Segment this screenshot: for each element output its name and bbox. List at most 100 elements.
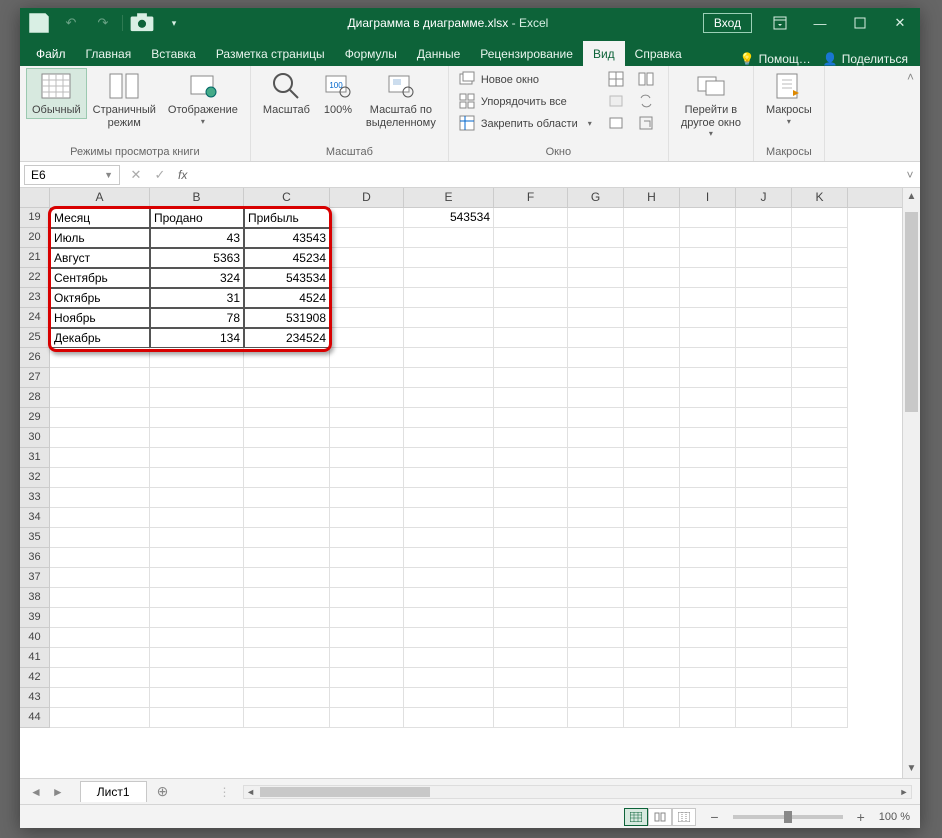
camera-icon[interactable] <box>129 11 155 35</box>
cell[interactable] <box>404 648 494 668</box>
cell[interactable] <box>404 228 494 248</box>
cell[interactable] <box>494 328 568 348</box>
zoom-level[interactable]: 100 % <box>879 811 910 823</box>
new-window-button[interactable]: Новое окно <box>455 70 596 90</box>
cell[interactable] <box>404 308 494 328</box>
cell[interactable] <box>330 328 404 348</box>
cell[interactable] <box>624 348 680 368</box>
cell[interactable] <box>792 328 848 348</box>
cell[interactable] <box>624 488 680 508</box>
cell[interactable] <box>494 488 568 508</box>
cell[interactable] <box>736 408 792 428</box>
select-all-corner[interactable] <box>20 188 50 207</box>
cell[interactable] <box>50 628 150 648</box>
fx-label[interactable]: fx <box>172 168 193 182</box>
cell[interactable] <box>50 568 150 588</box>
cell[interactable] <box>624 408 680 428</box>
row-header[interactable]: 24 <box>20 308 50 328</box>
cell[interactable] <box>568 388 624 408</box>
cell[interactable] <box>50 668 150 688</box>
cell[interactable] <box>568 608 624 628</box>
cell[interactable] <box>50 368 150 388</box>
row-header[interactable]: 42 <box>20 668 50 688</box>
cell[interactable] <box>150 468 244 488</box>
cell[interactable] <box>330 208 404 228</box>
cell[interactable] <box>494 428 568 448</box>
cell[interactable] <box>568 628 624 648</box>
cell[interactable] <box>50 608 150 628</box>
tab-formulas[interactable]: Формулы <box>335 41 407 66</box>
cell[interactable]: 234524 <box>244 328 330 348</box>
cell[interactable] <box>624 508 680 528</box>
cell[interactable] <box>568 508 624 528</box>
cell[interactable] <box>792 548 848 568</box>
zoom-in-button[interactable]: + <box>853 809 869 825</box>
view-pagebreak-button[interactable]: Страничный режим <box>87 68 162 131</box>
save-icon[interactable] <box>26 11 52 35</box>
cell[interactable] <box>244 528 330 548</box>
tab-view[interactable]: Вид <box>583 41 625 66</box>
cell[interactable] <box>624 288 680 308</box>
cell[interactable] <box>624 268 680 288</box>
col-header-A[interactable]: A <box>50 188 150 207</box>
col-header-C[interactable]: C <box>244 188 330 207</box>
cell[interactable] <box>404 328 494 348</box>
cell[interactable] <box>568 328 624 348</box>
view-side-button[interactable] <box>634 70 658 90</box>
cell[interactable] <box>150 508 244 528</box>
cell[interactable] <box>244 388 330 408</box>
split-button[interactable] <box>604 70 628 90</box>
cell[interactable]: 543534 <box>244 268 330 288</box>
cell[interactable] <box>404 628 494 648</box>
zoom-slider[interactable] <box>733 815 843 819</box>
row-header[interactable]: 19 <box>20 208 50 228</box>
cell[interactable] <box>244 468 330 488</box>
cell[interactable] <box>330 308 404 328</box>
cell[interactable] <box>244 708 330 728</box>
qat-customize-icon[interactable]: ▾ <box>161 11 187 35</box>
cell[interactable] <box>680 688 736 708</box>
cell[interactable] <box>736 448 792 468</box>
cell[interactable] <box>568 528 624 548</box>
cell[interactable] <box>330 268 404 288</box>
cell[interactable] <box>624 208 680 228</box>
cell[interactable] <box>404 608 494 628</box>
cell[interactable] <box>404 388 494 408</box>
cell[interactable] <box>568 228 624 248</box>
cell[interactable] <box>624 568 680 588</box>
cell[interactable] <box>736 688 792 708</box>
enter-formula-icon[interactable]: ✓ <box>148 167 172 183</box>
cell[interactable] <box>244 448 330 468</box>
tab-data[interactable]: Данные <box>407 41 470 66</box>
row-header[interactable]: 23 <box>20 288 50 308</box>
cell[interactable] <box>736 488 792 508</box>
cell[interactable] <box>680 348 736 368</box>
cell[interactable] <box>150 628 244 648</box>
cell[interactable] <box>568 208 624 228</box>
cell[interactable]: 31 <box>150 288 244 308</box>
row-header[interactable]: 29 <box>20 408 50 428</box>
cell[interactable] <box>50 448 150 468</box>
cell[interactable] <box>494 648 568 668</box>
cell[interactable] <box>792 648 848 668</box>
cell[interactable] <box>792 408 848 428</box>
row-header[interactable]: 36 <box>20 548 50 568</box>
row-header[interactable]: 32 <box>20 468 50 488</box>
cell[interactable] <box>624 248 680 268</box>
cell[interactable] <box>404 408 494 428</box>
cell[interactable] <box>736 228 792 248</box>
close-button[interactable]: ✕ <box>880 8 920 38</box>
cell[interactable] <box>494 708 568 728</box>
cell[interactable] <box>404 288 494 308</box>
cell[interactable] <box>624 528 680 548</box>
row-header[interactable]: 25 <box>20 328 50 348</box>
cell[interactable] <box>792 308 848 328</box>
row-header[interactable]: 28 <box>20 388 50 408</box>
cell[interactable] <box>792 688 848 708</box>
zoom-selection-button[interactable]: Масштаб по выделенному <box>360 68 442 131</box>
cell[interactable] <box>568 548 624 568</box>
cell[interactable]: 134 <box>150 328 244 348</box>
cell[interactable] <box>244 648 330 668</box>
cell[interactable] <box>568 348 624 368</box>
cell[interactable] <box>244 548 330 568</box>
